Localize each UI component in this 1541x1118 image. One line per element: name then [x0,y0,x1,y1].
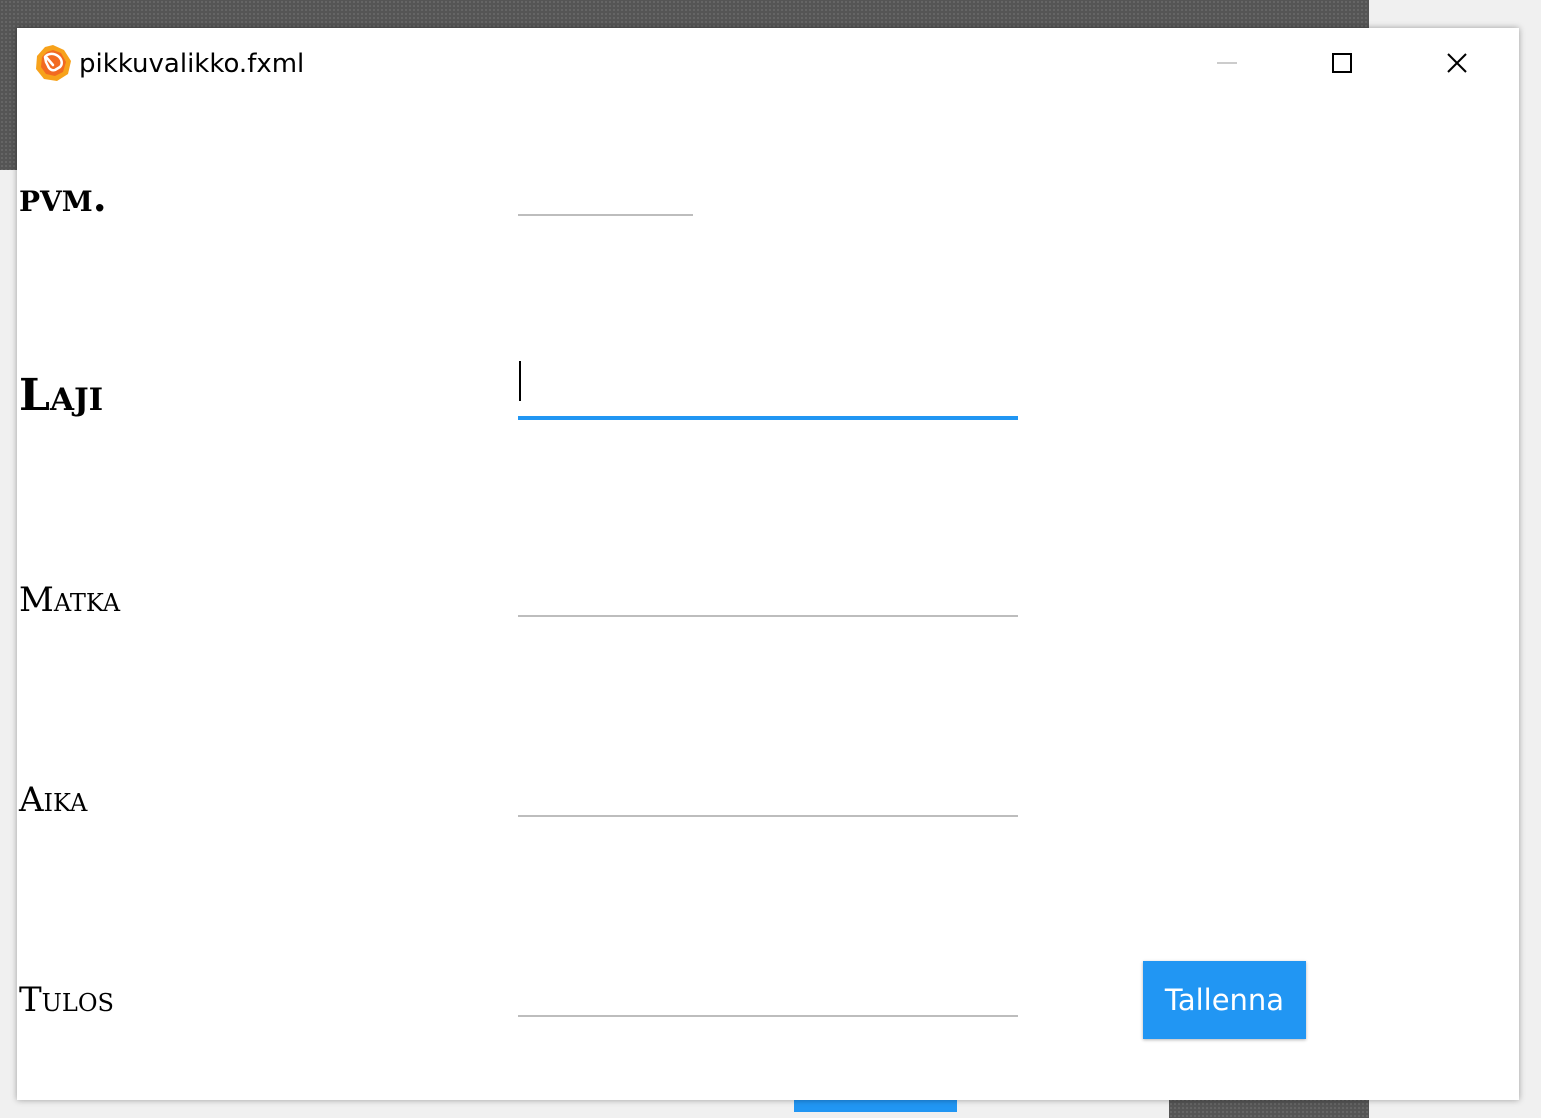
label-tulos: Tulos [19,980,114,1020]
background-window-edge-left [0,0,18,170]
close-icon [1446,53,1467,73]
label-matka: Matka [19,580,121,620]
pvm-field[interactable] [518,176,693,216]
maximize-icon [1331,53,1352,73]
label-aika: Aika [19,780,88,820]
label-laji: Laji [19,370,104,421]
maximize-button[interactable] [1284,28,1399,98]
java-app-icon [36,45,71,81]
background-window-edge-bottom [1169,1098,1369,1118]
text-caret [519,361,521,401]
matka-field[interactable] [518,577,1018,617]
background-button-edge [794,1098,957,1112]
label-pvm: pvm. [19,174,107,221]
title-bar[interactable]: pikkuvalikko.fxml [17,28,1519,98]
window-title: pikkuvalikko.fxml [79,49,305,79]
save-button[interactable]: Tallenna [1143,961,1306,1039]
aika-field[interactable] [518,777,1018,817]
close-button[interactable] [1399,28,1514,98]
minimize-icon [1216,62,1237,64]
app-window: pikkuvalikko.fxml pvm. Laji Matka Aika T… [17,28,1519,1100]
background-window-edge [0,0,1369,28]
tulos-field[interactable] [518,977,1018,1017]
minimize-button[interactable] [1169,28,1284,98]
laji-field[interactable] [518,375,1018,420]
